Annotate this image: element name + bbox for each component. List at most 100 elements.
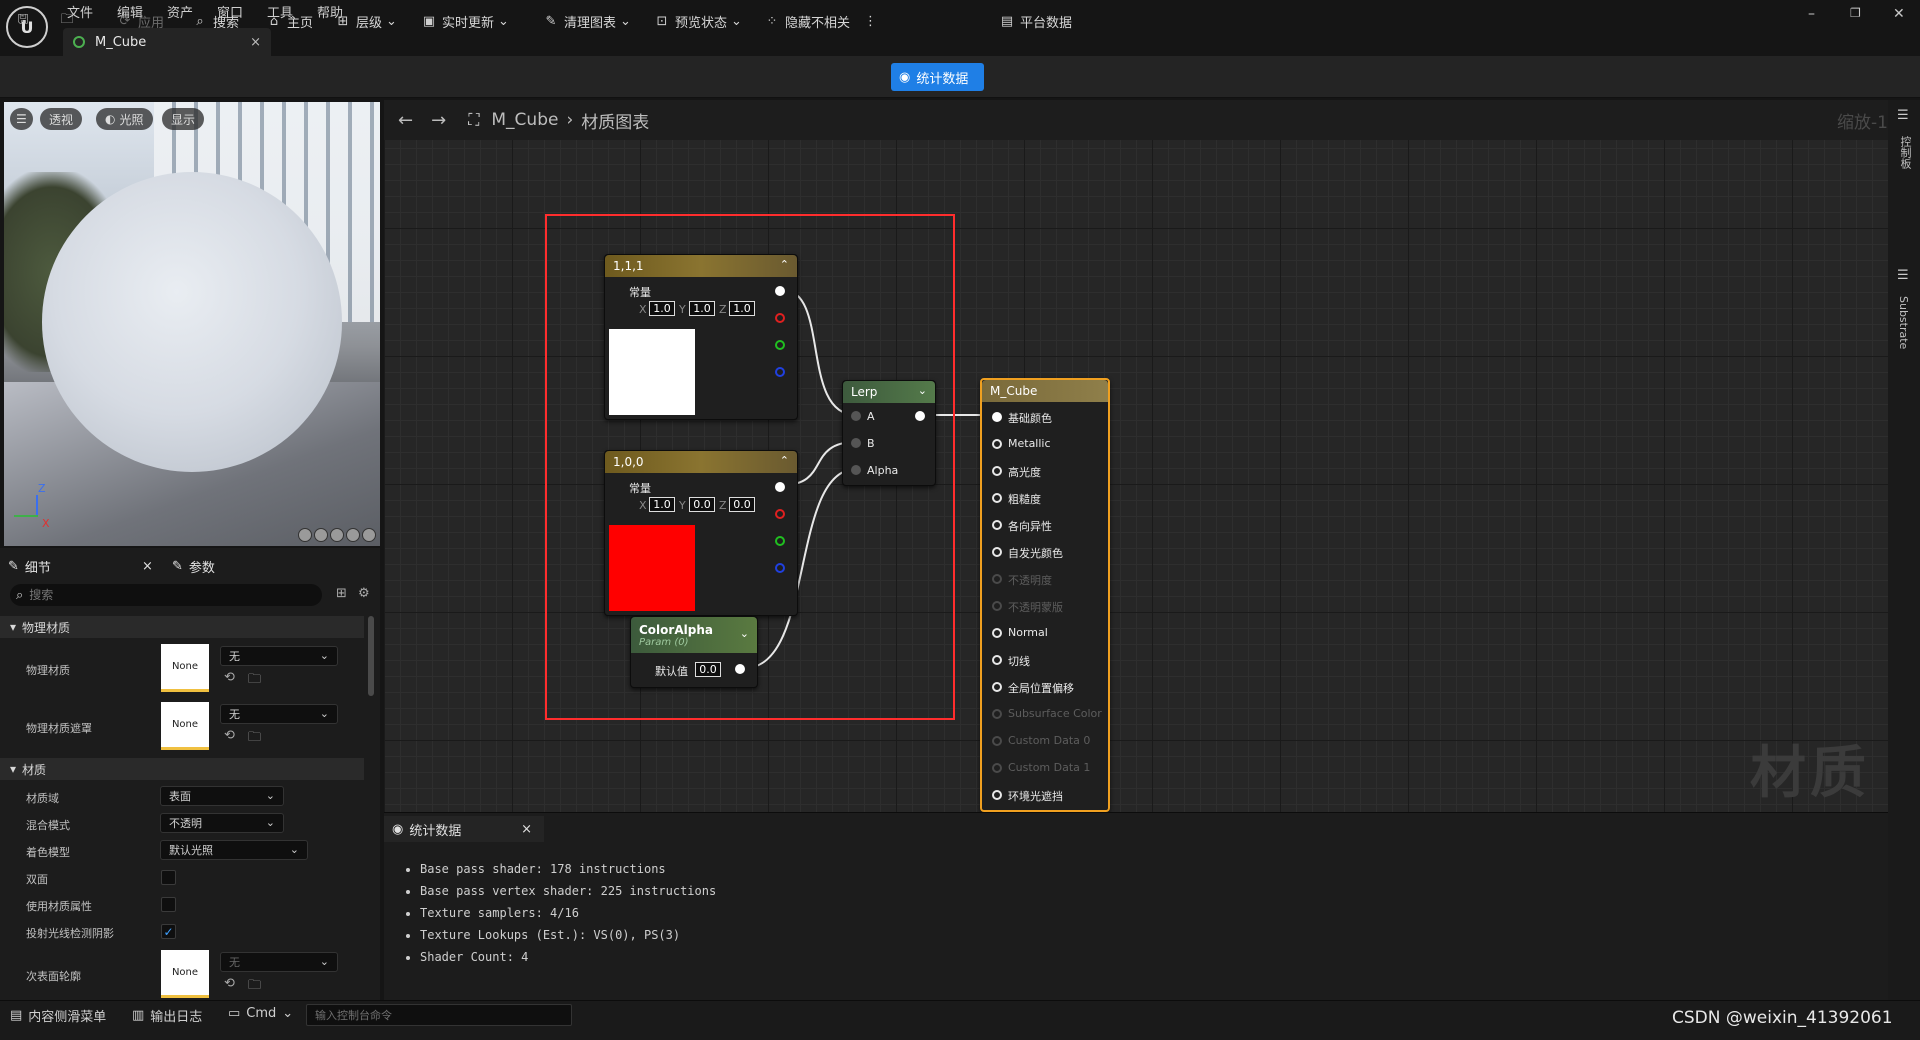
- node-subtitle: Param (0): [639, 636, 689, 648]
- output-pin-b[interactable]: [775, 367, 785, 377]
- material-input-label: Metallic: [1008, 437, 1051, 450]
- stats-tab-label: 统计数据: [409, 823, 462, 839]
- collapse-icon[interactable]: ⌃: [780, 454, 789, 467]
- output-pin-b[interactable]: [775, 563, 785, 573]
- material-input-label: 环境光遮挡: [1008, 790, 1063, 803]
- stats-line: Shader Count: 4: [420, 946, 716, 968]
- x-value-field[interactable]: 1.0: [649, 301, 675, 316]
- content-drawer-button[interactable]: ▤ 内容侧滑菜单: [10, 1006, 106, 1025]
- material-input-label: 基础颜色: [1008, 412, 1052, 425]
- input-pin-alpha[interactable]: [851, 465, 861, 475]
- cmd-label: Cmd: [246, 1006, 277, 1021]
- node-title: Lerp: [851, 385, 878, 399]
- node-lerp[interactable]: Lerp ⌄ A B Alpha: [842, 380, 936, 486]
- material-input-pin[interactable]: [992, 493, 1002, 503]
- material-input-label: Custom Data 0: [1008, 734, 1091, 747]
- material-input-label: 全局位置偏移: [1008, 682, 1074, 695]
- chevron-down-icon: ⌄: [282, 1006, 294, 1021]
- csdn-watermark: CSDN @weixin_41392061: [1672, 1008, 1893, 1028]
- y-value-field[interactable]: 0.0: [689, 497, 715, 512]
- chevron-down-icon[interactable]: ⌄: [918, 384, 927, 397]
- material-input-pin[interactable]: [992, 682, 1002, 692]
- z-value-field[interactable]: 1.0: [729, 301, 755, 316]
- y-value-field[interactable]: 1.0: [689, 301, 715, 316]
- output-pin-g[interactable]: [775, 536, 785, 546]
- output-pin-rgb[interactable]: [775, 286, 785, 296]
- x-label: X: [639, 303, 647, 316]
- stats-tab[interactable]: ◉ 统计数据 ×: [384, 816, 544, 842]
- collapse-icon[interactable]: ⌃: [780, 258, 789, 271]
- console-input[interactable]: 输入控制台命令: [306, 1004, 572, 1026]
- material-input-label: 不透明蒙版: [1008, 601, 1063, 614]
- stats-line: Texture samplers: 4/16: [420, 902, 716, 924]
- material-input-pin[interactable]: [992, 736, 1002, 746]
- node-constant3-white[interactable]: 1,1,1 ⌃ 常量 X 1.0 Y 1.0 Z 1.0: [604, 254, 798, 420]
- z-label: Z: [719, 303, 727, 316]
- stats-icon: ◉: [392, 821, 404, 837]
- node-header: Lerp ⌄: [843, 381, 935, 403]
- node-header: M_Cube: [982, 380, 1108, 402]
- node-title: M_Cube: [990, 384, 1038, 398]
- material-input-pin[interactable]: [992, 439, 1002, 449]
- material-input-label: 自发光颜色: [1008, 547, 1063, 560]
- color-preview-swatch: [609, 329, 695, 415]
- output-log-label: 输出日志: [150, 1010, 203, 1025]
- pin-a-label: A: [867, 410, 875, 423]
- material-input-pin[interactable]: [992, 709, 1002, 719]
- output-pin-g[interactable]: [775, 340, 785, 350]
- z-value-field[interactable]: 0.0: [729, 497, 755, 512]
- stats-tab-close-button[interactable]: ×: [521, 822, 532, 837]
- y-label: Y: [679, 303, 686, 316]
- material-input-pin[interactable]: [992, 574, 1002, 584]
- material-input-pin[interactable]: [992, 412, 1002, 422]
- material-input-label: 高光度: [1008, 466, 1041, 479]
- pin-alpha-label: Alpha: [867, 464, 899, 477]
- material-input-label: 各向异性: [1008, 520, 1052, 533]
- output-log-button[interactable]: ▥ 输出日志: [132, 1006, 202, 1025]
- material-input-label: 切线: [1008, 655, 1030, 668]
- material-input-pin[interactable]: [992, 520, 1002, 530]
- material-input-pin[interactable]: [992, 763, 1002, 773]
- chevron-down-icon[interactable]: ⌄: [740, 627, 749, 640]
- material-input-label: Subsurface Color: [1008, 707, 1102, 720]
- input-pin-a[interactable]: [851, 411, 861, 421]
- node-constant3-red[interactable]: 1,0,0 ⌃ 常量 X 1.0 Y 0.0 Z 0.0: [604, 450, 798, 616]
- y-label: Y: [679, 499, 686, 512]
- material-input-pin[interactable]: [992, 466, 1002, 476]
- node-subtitle: 常量: [629, 482, 651, 495]
- x-value-field[interactable]: 1.0: [649, 497, 675, 512]
- material-input-pin[interactable]: [992, 547, 1002, 557]
- stats-list: Base pass shader: 178 instructions Base …: [400, 858, 716, 968]
- material-input-pin[interactable]: [992, 655, 1002, 665]
- pin-b-label: B: [867, 437, 875, 450]
- output-pin-r[interactable]: [775, 509, 785, 519]
- default-value-label: 默认值: [655, 665, 688, 678]
- x-label: X: [639, 499, 647, 512]
- node-title: 1,1,1: [613, 259, 644, 273]
- output-pin-rgb[interactable]: [775, 482, 785, 492]
- stats-line: Base pass shader: 178 instructions: [420, 858, 716, 880]
- default-value-field[interactable]: 0.0: [695, 662, 721, 677]
- console-icon: ▭: [228, 1006, 241, 1021]
- output-pin[interactable]: [735, 664, 745, 674]
- material-input-label: 粗糙度: [1008, 493, 1041, 506]
- material-input-pin[interactable]: [992, 628, 1002, 638]
- z-label: Z: [719, 499, 727, 512]
- material-input-label: 不透明度: [1008, 574, 1052, 587]
- material-input-pin[interactable]: [992, 790, 1002, 800]
- content-drawer-label: 内容侧滑菜单: [28, 1010, 107, 1025]
- content-drawer-icon: ▤: [10, 1008, 23, 1023]
- node-scalar-parameter-coloralpha[interactable]: ColorAlpha Param (0) ⌄ 默认值 0.0: [630, 616, 758, 688]
- node-header: 1,0,0 ⌃: [605, 451, 797, 473]
- material-input-pin[interactable]: [992, 601, 1002, 611]
- stats-line: Base pass vertex shader: 225 instruction…: [420, 880, 716, 902]
- material-input-label: Normal: [1008, 626, 1048, 639]
- node-subtitle: 常量: [629, 286, 651, 299]
- cmd-dropdown[interactable]: ▭ Cmd ⌄: [228, 1006, 293, 1021]
- node-material-output[interactable]: M_Cube 基础颜色 Metallic 高光度粗糙度各向异性自发光颜色不透明度不透…: [980, 378, 1110, 812]
- output-pin[interactable]: [915, 411, 925, 421]
- output-log-icon: ▥: [132, 1008, 145, 1023]
- node-title: ColorAlpha: [639, 622, 713, 637]
- output-pin-r[interactable]: [775, 313, 785, 323]
- input-pin-b[interactable]: [851, 438, 861, 448]
